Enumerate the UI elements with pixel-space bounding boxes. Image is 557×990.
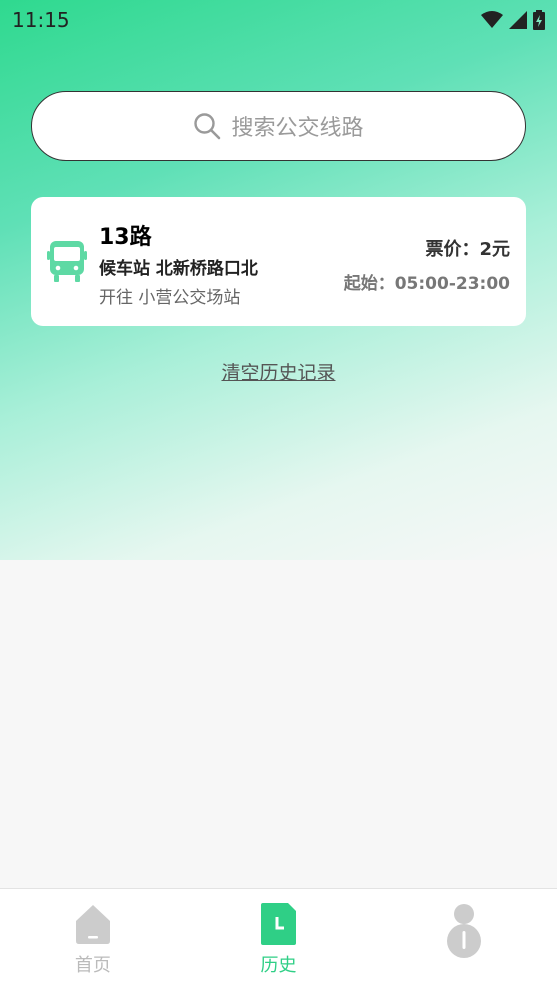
- bus-icon: [47, 241, 87, 282]
- bottom-nav: 首页 历史: [0, 888, 557, 990]
- nav-profile[interactable]: [371, 889, 557, 990]
- route-name: 13路: [99, 225, 152, 250]
- nav-history-label: 历史: [260, 955, 297, 976]
- search-input[interactable]: 搜索公交线路: [31, 91, 526, 161]
- signal-icon: [509, 11, 527, 29]
- battery-icon: [533, 10, 545, 30]
- route-hours: 起始：05:00-23:00: [343, 274, 510, 294]
- search-icon: [194, 113, 221, 140]
- nav-history[interactable]: 历史: [186, 889, 372, 990]
- home-icon: [75, 905, 110, 944]
- status-icons: [481, 10, 545, 30]
- search-placeholder: 搜索公交线路: [231, 116, 364, 141]
- clear-history-link[interactable]: 清空历史记录: [221, 362, 335, 384]
- nav-home[interactable]: 首页: [0, 889, 186, 990]
- route-fare: 票价：2元: [425, 239, 510, 260]
- clear-history-row: 清空历史记录: [0, 358, 557, 385]
- status-bar: 11:15: [0, 0, 557, 40]
- route-destination: 开往 小营公交场站: [99, 288, 241, 308]
- status-time: 11:15: [12, 8, 70, 32]
- nav-home-label: 首页: [74, 955, 111, 976]
- profile-icon: [447, 904, 482, 958]
- history-icon: [260, 903, 296, 945]
- route-stop: 候车站 北新桥路口北: [99, 259, 258, 279]
- route-card[interactable]: 13路 候车站 北新桥路口北 开往 小营公交场站 票价：2元 起始：05:00-…: [31, 197, 526, 326]
- wifi-icon: [481, 11, 503, 28]
